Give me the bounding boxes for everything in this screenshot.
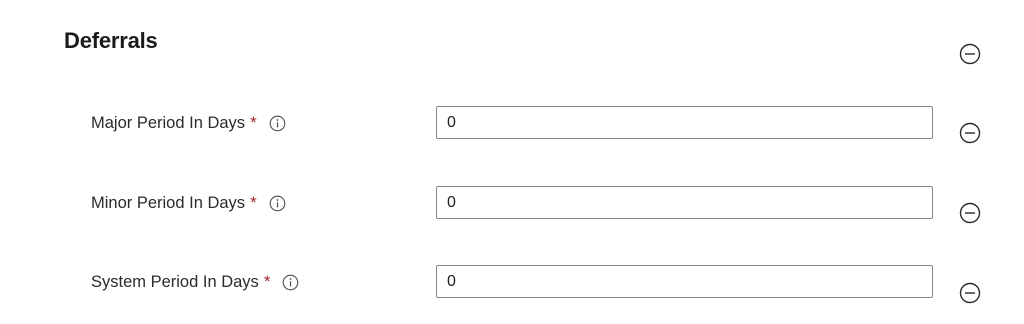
info-icon[interactable] bbox=[282, 274, 299, 291]
info-icon[interactable] bbox=[269, 115, 286, 132]
minus-circle-icon bbox=[959, 202, 981, 224]
major-period-input[interactable] bbox=[436, 106, 933, 139]
field-label-group: Major Period In Days * bbox=[91, 106, 286, 140]
system-period-input[interactable] bbox=[436, 265, 933, 298]
field-label-group: System Period In Days * bbox=[91, 265, 299, 299]
info-icon[interactable] bbox=[269, 195, 286, 212]
field-row-system-period: System Period In Days * bbox=[0, 265, 1024, 299]
section-title: Deferrals bbox=[64, 28, 158, 53]
remove-minor-period-button[interactable] bbox=[959, 202, 981, 224]
field-row-major-period: Major Period In Days * bbox=[0, 106, 1024, 140]
remove-system-period-button[interactable] bbox=[959, 282, 981, 304]
field-label: System Period In Days bbox=[91, 272, 259, 291]
field-label: Major Period In Days bbox=[91, 113, 246, 132]
remove-major-period-button[interactable] bbox=[959, 122, 981, 144]
minus-circle-icon bbox=[959, 282, 981, 304]
required-indicator: * bbox=[250, 193, 257, 212]
field-label-group: Minor Period In Days * bbox=[91, 186, 286, 220]
minus-circle-icon bbox=[959, 43, 981, 65]
required-indicator: * bbox=[250, 113, 257, 132]
minus-circle-icon bbox=[959, 122, 981, 144]
minor-period-input[interactable] bbox=[436, 186, 933, 219]
required-indicator: * bbox=[263, 272, 271, 291]
remove-section-button[interactable] bbox=[959, 43, 981, 65]
field-row-minor-period: Minor Period In Days * bbox=[0, 186, 1024, 220]
field-label: Minor Period In Days bbox=[91, 193, 246, 212]
